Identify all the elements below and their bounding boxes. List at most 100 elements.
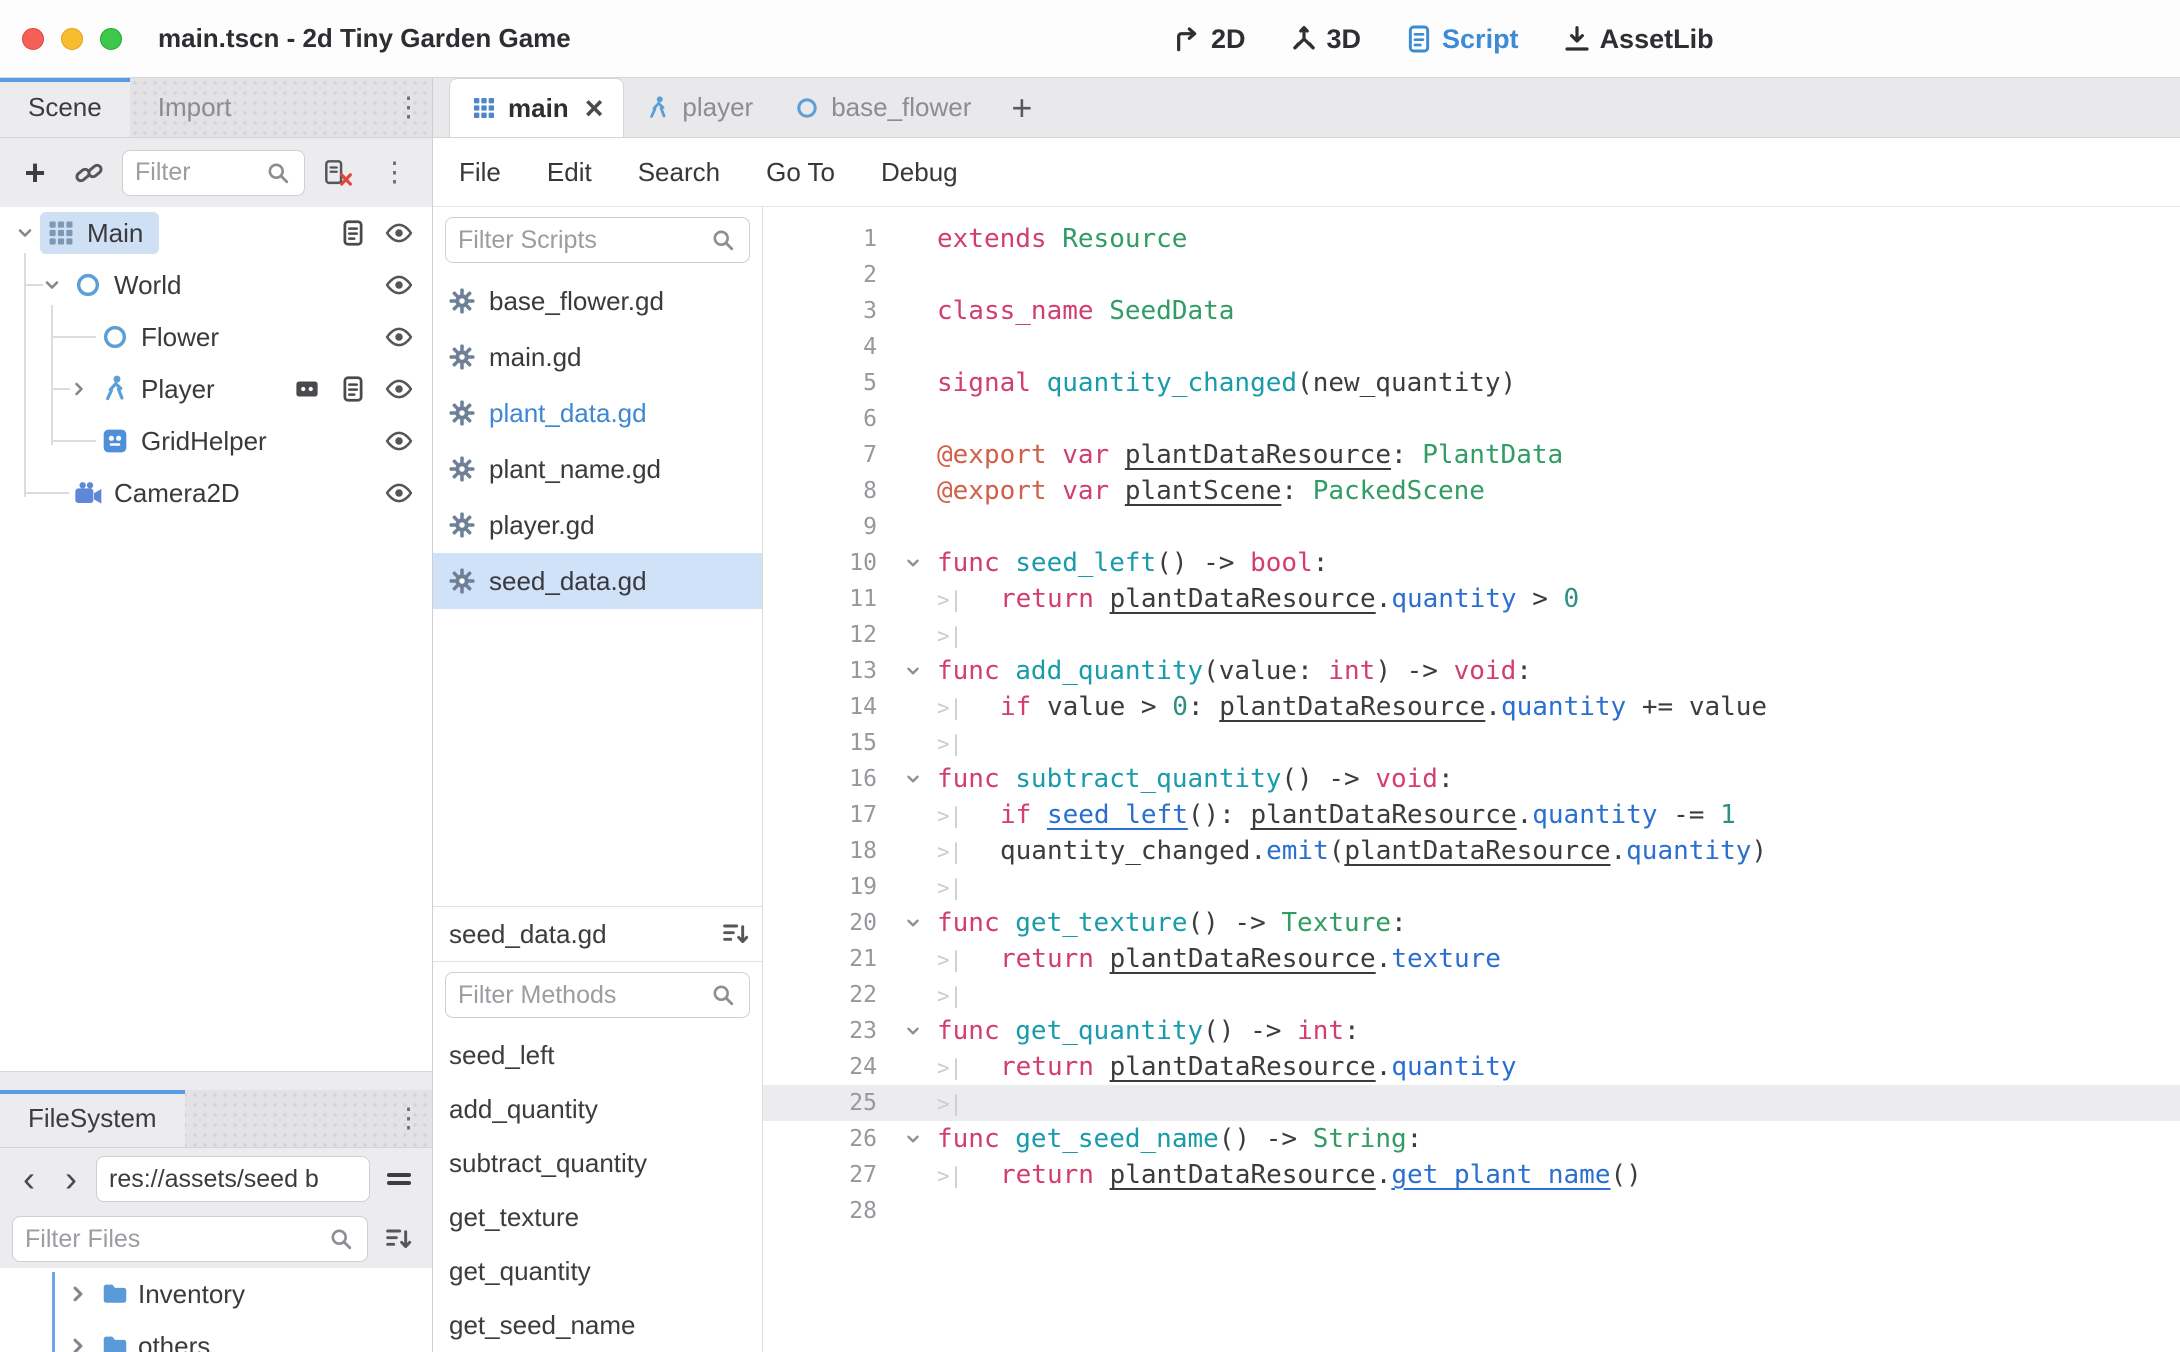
code-line-1[interactable]: 1extends Resource bbox=[763, 221, 2180, 257]
fold-arrow-icon[interactable] bbox=[889, 1020, 937, 1042]
add-node-button[interactable]: + bbox=[14, 152, 56, 194]
script-icon[interactable] bbox=[338, 374, 368, 404]
mode-button-assetlib[interactable]: AssetLib bbox=[1561, 23, 1714, 55]
line-number[interactable]: 19 bbox=[763, 874, 889, 900]
folder-others[interactable]: others bbox=[0, 1320, 432, 1352]
line-number[interactable]: 17 bbox=[763, 802, 889, 828]
detach-script-button[interactable] bbox=[317, 152, 359, 194]
code-line-16[interactable]: 16func subtract_quantity() -> void: bbox=[763, 761, 2180, 797]
line-number[interactable]: 4 bbox=[763, 334, 889, 360]
path-field[interactable] bbox=[96, 1156, 370, 1202]
add-scene-tab-button[interactable]: + bbox=[991, 78, 1052, 137]
line-number[interactable]: 1 bbox=[763, 226, 889, 252]
scene-tab-base-flower[interactable]: base_flower bbox=[773, 78, 991, 137]
code-editor[interactable]: 1extends Resource23class_name SeedData45… bbox=[763, 207, 2180, 1352]
code-line-11[interactable]: 11>|return plantDataResource.quantity > … bbox=[763, 581, 2180, 617]
current-script-row[interactable]: seed_data.gd bbox=[433, 906, 762, 962]
close-window-button[interactable] bbox=[22, 28, 44, 50]
mode-button-3d[interactable]: 3D bbox=[1288, 23, 1362, 55]
code-line-4[interactable]: 4 bbox=[763, 329, 2180, 365]
menu-item-debug[interactable]: Debug bbox=[881, 157, 958, 188]
line-number[interactable]: 2 bbox=[763, 262, 889, 288]
chevron-right-icon[interactable] bbox=[64, 1332, 92, 1352]
method-item-get-seed-name[interactable]: get_seed_name bbox=[433, 1298, 762, 1352]
code-line-17[interactable]: 17>|if seed_left(): plantDataResource.qu… bbox=[763, 797, 2180, 833]
scene-node-player[interactable]: Player bbox=[0, 363, 432, 415]
method-item-add-quantity[interactable]: add_quantity bbox=[433, 1082, 762, 1136]
eye-icon[interactable] bbox=[384, 374, 414, 404]
code-line-26[interactable]: 26func get_seed_name() -> String: bbox=[763, 1121, 2180, 1157]
chevron-right-icon[interactable] bbox=[64, 1280, 92, 1308]
line-number[interactable]: 6 bbox=[763, 406, 889, 432]
code-line-12[interactable]: 12>| bbox=[763, 617, 2180, 653]
code-line-19[interactable]: 19>| bbox=[763, 869, 2180, 905]
scene-node-flower[interactable]: Flower bbox=[0, 311, 432, 363]
eye-icon[interactable] bbox=[384, 322, 414, 352]
code-line-13[interactable]: 13func add_quantity(value: int) -> void: bbox=[763, 653, 2180, 689]
menu-item-file[interactable]: File bbox=[459, 157, 501, 188]
line-number[interactable]: 20 bbox=[763, 910, 889, 936]
script-item-plant-data-gd[interactable]: plant_data.gd bbox=[433, 385, 762, 441]
line-number[interactable]: 18 bbox=[763, 838, 889, 864]
close-tab-icon[interactable]: × bbox=[585, 92, 604, 124]
scene-node-camera2d[interactable]: Camera2D bbox=[0, 467, 432, 519]
scene-tab-main[interactable]: main× bbox=[449, 78, 624, 137]
tab-scene[interactable]: Scene bbox=[0, 78, 130, 137]
file-filter-box[interactable] bbox=[12, 1216, 368, 1262]
mode-button-script[interactable]: Script bbox=[1403, 23, 1519, 55]
scene-filter-box[interactable] bbox=[122, 150, 305, 196]
method-filter-box[interactable] bbox=[445, 972, 750, 1018]
tab-import[interactable]: Import bbox=[130, 78, 260, 137]
zoom-window-button[interactable] bbox=[100, 28, 122, 50]
filesystem-menu-button[interactable]: ⋮ bbox=[385, 1105, 432, 1132]
line-number[interactable]: 28 bbox=[763, 1198, 889, 1224]
film-icon[interactable] bbox=[292, 374, 322, 404]
line-number[interactable]: 3 bbox=[763, 298, 889, 324]
line-number[interactable]: 27 bbox=[763, 1162, 889, 1188]
code-line-18[interactable]: 18>|quantity_changed.emit(plantDataResou… bbox=[763, 833, 2180, 869]
history-forward-button[interactable]: › bbox=[54, 1161, 88, 1197]
eye-icon[interactable] bbox=[384, 426, 414, 456]
code-line-7[interactable]: 7@export var plantDataResource: PlantDat… bbox=[763, 437, 2180, 473]
menu-item-go-to[interactable]: Go To bbox=[766, 157, 835, 188]
script-filter-box[interactable] bbox=[445, 217, 750, 263]
history-back-button[interactable]: ‹ bbox=[12, 1161, 46, 1197]
fold-arrow-icon[interactable] bbox=[889, 1128, 937, 1150]
method-item-get-texture[interactable]: get_texture bbox=[433, 1190, 762, 1244]
script-filter-input[interactable] bbox=[458, 226, 701, 255]
script-icon[interactable] bbox=[338, 218, 368, 248]
script-item-plant-name-gd[interactable]: plant_name.gd bbox=[433, 441, 762, 497]
line-number[interactable]: 13 bbox=[763, 658, 889, 684]
line-number[interactable]: 22 bbox=[763, 982, 889, 1008]
line-number[interactable]: 25 bbox=[763, 1090, 889, 1116]
toggle-split-mode-button[interactable] bbox=[378, 1158, 420, 1200]
code-line-6[interactable]: 6 bbox=[763, 401, 2180, 437]
folder-inventory[interactable]: Inventory bbox=[0, 1268, 432, 1320]
line-number[interactable]: 9 bbox=[763, 514, 889, 540]
minimize-window-button[interactable] bbox=[61, 28, 83, 50]
code-line-20[interactable]: 20func get_texture() -> Texture: bbox=[763, 905, 2180, 941]
scene-node-gridhelper[interactable]: GridHelper bbox=[0, 415, 432, 467]
script-item-base-flower-gd[interactable]: base_flower.gd bbox=[433, 273, 762, 329]
line-number[interactable]: 12 bbox=[763, 622, 889, 648]
fold-arrow-icon[interactable] bbox=[889, 660, 937, 682]
script-item-player-gd[interactable]: player.gd bbox=[433, 497, 762, 553]
code-line-5[interactable]: 5signal quantity_changed(new_quantity) bbox=[763, 365, 2180, 401]
fold-arrow-icon[interactable] bbox=[889, 768, 937, 790]
scene-node-main[interactable]: Main bbox=[0, 207, 432, 259]
method-item-seed-left[interactable]: seed_left bbox=[433, 1028, 762, 1082]
file-filter-input[interactable] bbox=[25, 1225, 319, 1254]
eye-icon[interactable] bbox=[384, 218, 414, 248]
code-line-24[interactable]: 24>|return plantDataResource.quantity bbox=[763, 1049, 2180, 1085]
menu-item-search[interactable]: Search bbox=[638, 157, 720, 188]
script-item-main-gd[interactable]: main.gd bbox=[433, 329, 762, 385]
scene-filter-input[interactable] bbox=[135, 158, 256, 187]
code-line-8[interactable]: 8@export var plantScene: PackedScene bbox=[763, 473, 2180, 509]
code-line-2[interactable]: 2 bbox=[763, 257, 2180, 293]
method-sort-icon[interactable] bbox=[720, 918, 752, 950]
script-item-seed-data-gd[interactable]: seed_data.gd bbox=[433, 553, 762, 609]
line-number[interactable]: 15 bbox=[763, 730, 889, 756]
menu-item-edit[interactable]: Edit bbox=[547, 157, 592, 188]
method-filter-input[interactable] bbox=[458, 981, 701, 1010]
code-line-14[interactable]: 14>|if value > 0: plantDataResource.quan… bbox=[763, 689, 2180, 725]
